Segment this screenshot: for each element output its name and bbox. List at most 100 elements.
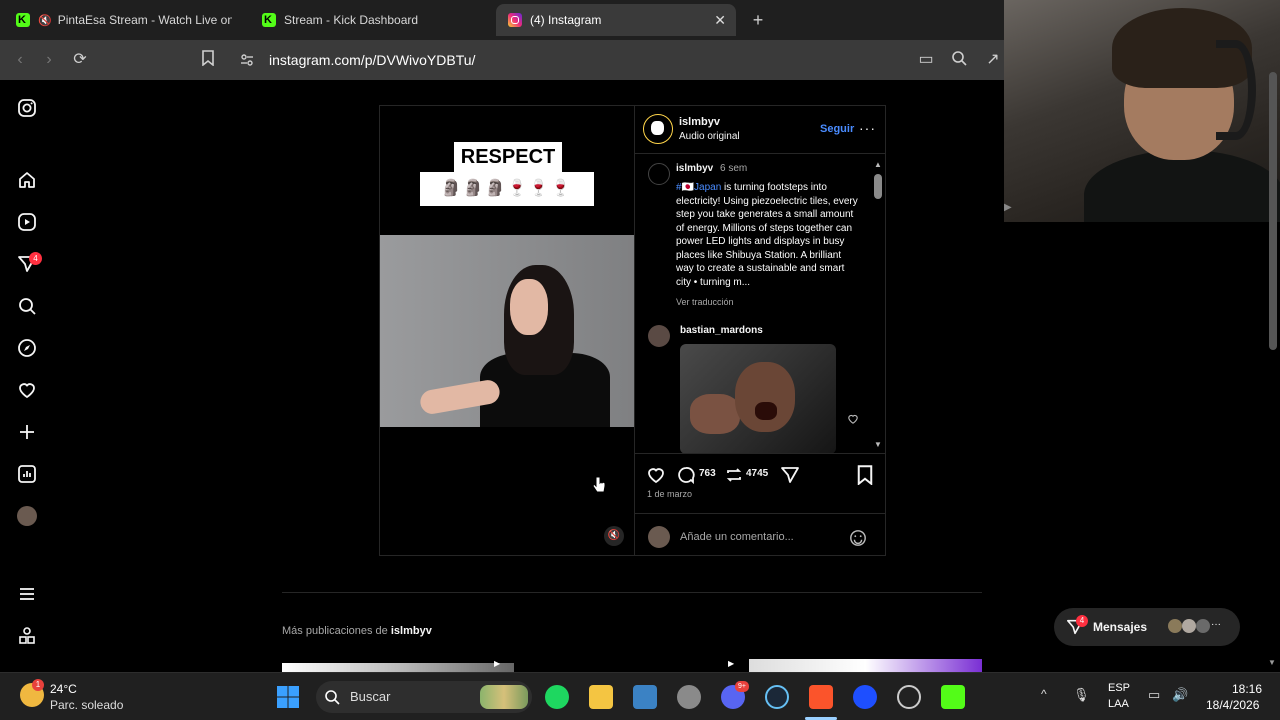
page-scroll-thumb[interactable]: [1269, 72, 1277, 350]
instagram-icon: [508, 13, 522, 27]
ea-app-icon[interactable]: [853, 685, 877, 709]
settings-gear-icon[interactable]: [677, 685, 701, 709]
hashtag-link[interactable]: #🇯🇵Japan: [676, 182, 721, 193]
language-top[interactable]: ESP: [1108, 682, 1130, 694]
network-icon[interactable]: ▭: [1148, 687, 1160, 703]
save-icon[interactable]: [856, 465, 874, 485]
author-avatar[interactable]: [643, 114, 673, 144]
mute-tab-icon[interactable]: 🔇: [38, 14, 52, 27]
caption-scrollbar[interactable]: ▲ ▼: [871, 154, 885, 453]
gif-mouth: [755, 402, 777, 420]
commenter-avatar[interactable]: [648, 325, 670, 347]
scroll-down-arrow-icon[interactable]: ▼: [1268, 658, 1276, 667]
thumbnail[interactable]: [282, 663, 514, 672]
language-bottom[interactable]: LAA: [1108, 698, 1129, 710]
share-send-icon[interactable]: [780, 465, 800, 485]
messages-button[interactable]: 4 Mensajes ···: [1054, 608, 1240, 646]
heart-icon[interactable]: [17, 380, 37, 400]
comment-input[interactable]: Añade un comentario...: [680, 531, 794, 543]
weather-temp[interactable]: 24°C: [50, 682, 77, 696]
close-tab-icon[interactable]: ✕: [714, 12, 726, 29]
more-options-icon[interactable]: ···: [859, 120, 876, 136]
search-icon[interactable]: [17, 296, 37, 316]
mute-icon[interactable]: 🔇: [604, 526, 624, 546]
comment-like-icon[interactable]: [847, 413, 859, 425]
clock-date[interactable]: 18/4/2026: [1206, 698, 1259, 712]
kick-icon: [16, 13, 30, 27]
new-tab-icon[interactable]: +: [748, 10, 768, 30]
chat-avatar: [1168, 619, 1182, 633]
steam-icon[interactable]: [765, 685, 789, 709]
thumbnail[interactable]: [749, 659, 982, 672]
tab-label: PintaEsa Stream - Watch Live on Kick: [57, 13, 232, 27]
caption-username[interactable]: islmbyv: [676, 163, 713, 174]
author-username[interactable]: islmbyv: [679, 116, 720, 128]
scroll-thumb[interactable]: [874, 174, 882, 199]
file-explorer-icon[interactable]: [589, 685, 613, 709]
post-media[interactable]: RESPECT 🗿🗿🗿🍷🍷🍷 🔇: [380, 106, 634, 555]
chat-avatar: [1182, 619, 1196, 633]
reload-icon[interactable]: ⟳: [70, 50, 90, 70]
clock-time[interactable]: 18:16: [1232, 682, 1262, 696]
menu-icon[interactable]: [17, 584, 37, 604]
comment-icon[interactable]: [676, 465, 696, 485]
comment-input-bar: Añade un comentario...: [635, 513, 886, 555]
tray-chevron-icon[interactable]: ^: [1041, 687, 1047, 701]
tab-pintaesa-stream[interactable]: 🔇 PintaEsa Stream - Watch Live on Kick: [16, 6, 232, 34]
collapse-arrow-icon[interactable]: ▶: [1004, 202, 1012, 213]
tab-label: Stream - Kick Dashboard: [284, 13, 419, 27]
microphone-icon[interactable]: 🎙: [1073, 687, 1090, 703]
brave-browser-icon[interactable]: [809, 685, 833, 709]
windows-start-icon[interactable]: [276, 685, 300, 709]
follow-button[interactable]: Seguir: [820, 123, 854, 135]
back-icon[interactable]: ‹: [10, 50, 30, 70]
page-scrollbar[interactable]: ▼: [1266, 72, 1280, 672]
headphones-icon: [1216, 40, 1256, 140]
home-icon[interactable]: [17, 170, 37, 190]
caption-scroll-area[interactable]: islmbyv 6 sem #🇯🇵Japan is turning footst…: [635, 153, 886, 453]
repost-icon[interactable]: [724, 465, 744, 485]
emoji-icon[interactable]: [849, 529, 867, 547]
more-apps-icon[interactable]: [17, 626, 37, 646]
reels-icon[interactable]: [17, 212, 37, 232]
volume-icon[interactable]: 🔊: [1172, 687, 1188, 703]
translate-link[interactable]: Ver traducción: [676, 297, 734, 307]
post-side-panel: islmbyv Audio original Seguir ··· islmby…: [634, 106, 886, 555]
more-chats-icon: ···: [1211, 619, 1221, 630]
tab-instagram[interactable]: (4) Instagram ✕: [496, 4, 736, 36]
section-divider: [282, 592, 982, 593]
instagram-logo-icon[interactable]: [17, 98, 37, 118]
caption-avatar[interactable]: [648, 163, 670, 185]
reel-play-icon: ▶: [494, 659, 501, 668]
forward-icon[interactable]: ›: [39, 50, 59, 70]
site-settings-icon[interactable]: [240, 53, 254, 67]
taskbar-search[interactable]: Buscar: [316, 681, 532, 713]
create-plus-icon[interactable]: [17, 422, 37, 442]
weather-badge: 1: [32, 679, 44, 691]
notification-badge: 4: [29, 252, 42, 265]
tab-kick-dashboard[interactable]: Stream - Kick Dashboard: [262, 6, 482, 34]
post-modal: RESPECT 🗿🗿🗿🍷🍷🍷 🔇 islmbyv Audio original …: [379, 105, 886, 556]
photos-icon[interactable]: [633, 685, 657, 709]
search-icon: [325, 690, 340, 705]
like-icon[interactable]: [646, 465, 666, 485]
more-posts-prefix: Más publicaciones de: [282, 625, 391, 637]
kick-app-icon[interactable]: [941, 685, 965, 709]
bookmark-icon[interactable]: [198, 50, 218, 70]
obs-icon[interactable]: [897, 685, 921, 709]
weather-desc[interactable]: Parc. soleado: [50, 698, 123, 712]
dashboard-icon[interactable]: [17, 464, 37, 484]
address-bar[interactable]: instagram.com/p/DVWivoYDBTu/: [232, 46, 992, 74]
scroll-up-arrow-icon[interactable]: ▲: [874, 160, 882, 169]
comment-gif: [680, 344, 836, 453]
explore-icon[interactable]: [17, 338, 37, 358]
audio-label[interactable]: Audio original: [679, 131, 740, 142]
profile-avatar[interactable]: [17, 506, 37, 526]
commenter-username[interactable]: bastian_mardons: [680, 325, 763, 336]
scroll-down-arrow-icon[interactable]: ▼: [874, 440, 882, 449]
kick-icon: [262, 13, 276, 27]
spotify-icon[interactable]: [545, 685, 569, 709]
search-highlight-image: [480, 685, 528, 709]
more-posts-username[interactable]: islmbyv: [391, 625, 432, 637]
more-posts-heading: Más publicaciones de islmbyv: [282, 625, 432, 637]
